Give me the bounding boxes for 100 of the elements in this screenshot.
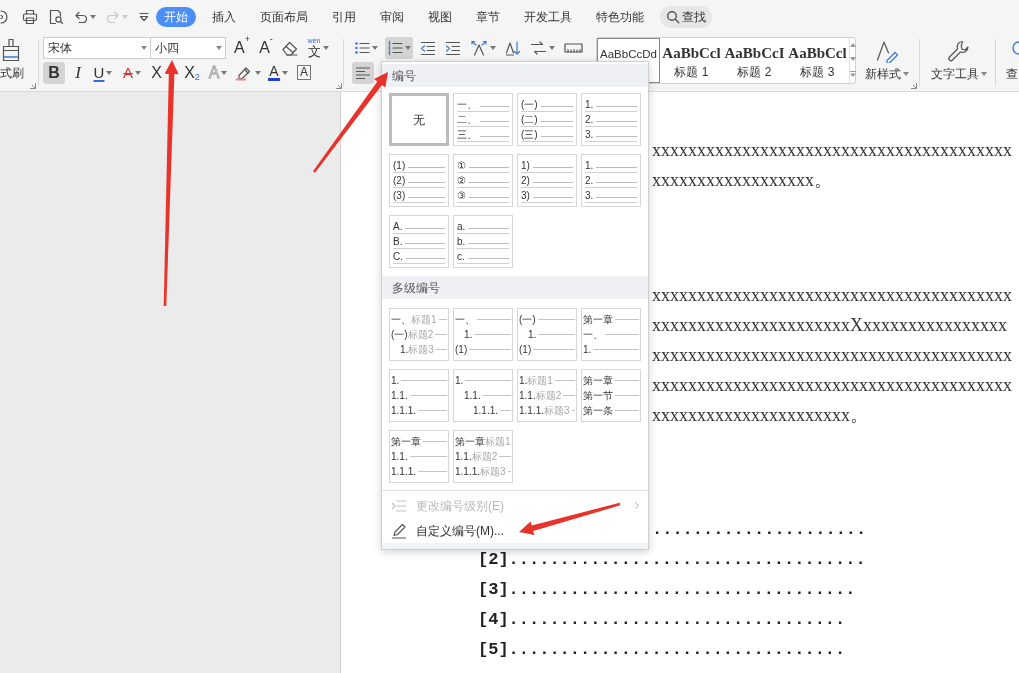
text-line: xxxxxxxxxxxxxxxxxxxxxx。: [652, 404, 868, 427]
number-text: 1): [521, 160, 530, 172]
heading-text: 标题2: [471, 450, 498, 463]
font-size-field[interactable]: 小四: [151, 36, 226, 59]
dialog-launcher-icon[interactable]: [911, 83, 917, 89]
dotted-entry: [3]..................................: [478, 579, 856, 601]
numbering-option[interactable]: ① ② ③: [453, 154, 513, 207]
subscript-button[interactable]: X$_{2}$: [183, 61, 201, 84]
numbering-option[interactable]: 1. 2. 3.: [581, 93, 641, 146]
number-text: (1): [455, 343, 468, 356]
new-style-button[interactable]: 新样式: [865, 33, 909, 91]
section-title: 编号: [392, 67, 416, 85]
bold-button[interactable]: B: [43, 61, 65, 84]
number-text: 一、: [455, 313, 475, 326]
format-painter-button[interactable]: 式刷: [0, 37, 24, 80]
text-line: xxxxxxxxxxxxxxxxxx。: [652, 169, 832, 192]
scroll-down-icon[interactable]: [850, 57, 856, 62]
heading-text: 标题2: [407, 328, 434, 341]
numbering-option[interactable]: 第一章标题1 1.1.标题2 1.1.1.标题3: [453, 430, 513, 483]
number-text: 1.: [464, 328, 473, 341]
search-button[interactable]: 查找: [660, 5, 712, 28]
number-text: 1.: [583, 343, 592, 356]
number-text: (三): [521, 129, 538, 141]
numbering-option[interactable]: a. b. c.: [453, 215, 513, 268]
bulleted-list-icon: [354, 39, 370, 56]
scroll-up-icon[interactable]: [850, 42, 856, 47]
ribbon-tab[interactable]: 审阅: [372, 6, 412, 27]
numbering-option[interactable]: 第一章 1.1. 1.1.1.: [389, 430, 449, 483]
number-text: 1.: [400, 343, 409, 356]
text-line: xxxxxxxxxxxxxxxxxxxxxxxxxxxxxxxxxxxxxxxx: [652, 139, 1012, 162]
style-option[interactable]: AaBbCcI 标题 2: [723, 37, 786, 83]
number-text: 3.: [585, 190, 594, 202]
ribbon-tab[interactable]: 引用: [324, 6, 364, 27]
numbering-option[interactable]: (一) 1. (1): [517, 308, 577, 361]
numbering-option[interactable]: 第一章 第一节 第一条: [581, 369, 641, 422]
numbering-option[interactable]: 一、 二、 三、: [453, 93, 513, 146]
sort-icon: [505, 39, 521, 56]
ribbon-tab[interactable]: 页面布局: [252, 6, 316, 27]
brush-icon: [0, 37, 22, 62]
number-text: (一): [521, 99, 538, 111]
dialog-launcher-icon[interactable]: [30, 83, 36, 89]
font-color-button[interactable]: A: [266, 61, 290, 84]
ribbon-tab[interactable]: 视图: [420, 6, 460, 27]
superscript-button[interactable]: X: [149, 61, 164, 84]
expand-icon[interactable]: [850, 71, 856, 78]
text-line: xxxxxxxxxxxxxxxxxxxxxxXxxxxxxxxxxxxxxxx: [652, 314, 1007, 337]
ribbon-tab[interactable]: 插入: [204, 6, 244, 27]
numbering-option[interactable]: 无: [389, 93, 449, 146]
number-text: (二): [521, 114, 538, 126]
menu-item[interactable]: 自定义编号(M)...: [382, 520, 648, 541]
numbering-option[interactable]: 1. 1.1. 1.1.1.: [389, 369, 449, 422]
numbering-option[interactable]: 第一章 一、 1.: [581, 308, 641, 361]
number-text: 第一章: [583, 313, 613, 326]
number-text: 1.: [391, 374, 400, 387]
number-text: (一): [519, 313, 536, 326]
italic-button[interactable]: I: [70, 61, 86, 84]
underline-button[interactable]: U: [91, 61, 115, 84]
strikethrough-button[interactable]: A: [120, 61, 144, 84]
numbering-option[interactable]: 1) 2) 3): [517, 154, 577, 207]
text-tools-button[interactable]: 文字工具: [928, 33, 990, 91]
number-text: 2): [521, 175, 530, 187]
numbering-option[interactable]: 1. 2. 3.: [581, 154, 641, 207]
heading-text: 标题3: [480, 465, 506, 478]
text-line: xxxxxxxxxxxxxxxxxxxxxxxxxxxxxxxxxxxxxxxx: [652, 344, 1012, 367]
number-text: A.: [393, 221, 403, 233]
text-line: xxxxxxxxxxxxxxxxxxxxxxxxxxxxxxxxxxxxxxxx: [652, 284, 1012, 307]
heading-text: 标题1: [411, 313, 437, 326]
number-text: (3): [393, 190, 406, 202]
heading-text: 标题1: [485, 435, 511, 448]
numbering-option[interactable]: 1. 1.1. 1.1.1.: [453, 369, 513, 422]
section-title: 多级编号: [392, 279, 440, 297]
numbering-option[interactable]: (一) (二) (三): [517, 93, 577, 146]
ribbon-tab[interactable]: 开发工具: [516, 6, 580, 27]
arc-icon: [0, 8, 8, 25]
style-option[interactable]: AaBbCcl 标题 1: [660, 37, 723, 83]
align-left-button[interactable]: [352, 61, 374, 84]
find-button[interactable]: 查: [1006, 33, 1019, 91]
number-text: 第一条: [583, 404, 613, 417]
grow-font-button[interactable]: A$^{+}$: [231, 36, 253, 59]
number-text: 2.: [585, 175, 594, 187]
number-text: 1.1.1.: [391, 465, 417, 478]
numbered-list-icon: [387, 39, 403, 56]
number-text: b.: [457, 236, 466, 248]
ribbon-tab[interactable]: 特色功能: [588, 6, 652, 27]
number-text: C.: [393, 251, 403, 263]
numbering-option[interactable]: (1) (2) (3): [389, 154, 449, 207]
number-text: 1.1.1.: [391, 404, 417, 417]
numbering-option[interactable]: 1.标题1 1.1.标题2 1.1.1.标题3: [517, 369, 577, 422]
style-option[interactable]: AaBbCcl 标题 3: [786, 37, 849, 83]
font-name-field[interactable]: 宋体: [43, 36, 151, 59]
dialog-launcher-icon[interactable]: [336, 83, 342, 89]
shrink-font-button[interactable]: A$^{-}$: [255, 36, 277, 59]
numbering-option[interactable]: A. B. C.: [389, 215, 449, 268]
numbering-option[interactable]: 一、 1. (1): [453, 308, 513, 361]
ribbon-tab[interactable]: 章节: [468, 6, 508, 27]
numbering-button[interactable]: [385, 36, 413, 59]
outdent-icon: [420, 39, 436, 56]
numbering-option[interactable]: 一、标题1 (一)标题2 1.标题3: [389, 308, 449, 361]
caret-icon: [141, 45, 147, 50]
number-text: 第一章: [391, 435, 421, 448]
